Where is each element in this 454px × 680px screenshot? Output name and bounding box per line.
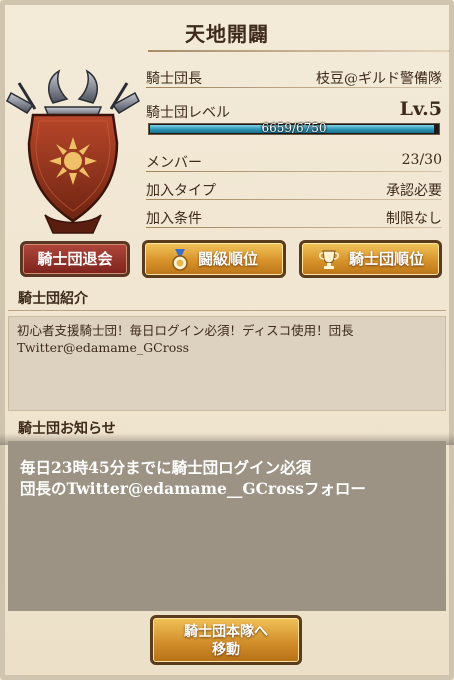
leader-value[interactable]: 枝豆@ギルド警備隊 (316, 68, 442, 88)
intro-heading: 騎士団紹介 (18, 291, 88, 307)
level-value: Lv.5 (399, 98, 442, 120)
battle-rank-label: 闘級順位 (197, 250, 258, 268)
leader-row: 騎士団長 枝豆@ギルド警備隊 (146, 64, 442, 88)
join-condition-label: 加入条件 (146, 211, 202, 227)
guild-name: 天地開闢 (185, 22, 269, 46)
notice-text: 毎日23時45分までに騎士団ログイン必須 団長のTwitter@edamame_… (8, 441, 446, 611)
row-divider (146, 171, 442, 172)
move-to-main-guild-button[interactable]: 騎士団本隊へ 移動 (150, 615, 302, 665)
level-label: 騎士団レベル (146, 105, 230, 121)
guild-emblem-icon (6, 69, 140, 234)
guild-rank-label: 騎士団順位 (348, 250, 424, 268)
row-divider (146, 227, 442, 228)
join-type-label: 加入タイプ (146, 183, 216, 199)
trophy-icon (318, 250, 339, 269)
join-condition-row: 加入条件 制限なし (146, 204, 442, 228)
guild-rank-button[interactable]: 騎士団順位 (299, 240, 442, 278)
row-divider (146, 199, 442, 200)
xp-text: 6659/6750 (261, 121, 327, 135)
battle-rank-button[interactable]: 闘級順位 (142, 240, 286, 278)
members-value: 23/30 (401, 152, 442, 168)
intro-text: 初心者支援騎士団！毎日ログイン必須！ディスコ使用！団長Twitter@edama… (8, 316, 446, 411)
leave-guild-button[interactable]: 騎士団退会 (20, 241, 130, 277)
join-type-value: 承認必要 (386, 183, 442, 199)
medal-icon (172, 249, 188, 271)
join-condition-value: 制限なし (386, 211, 442, 227)
members-row: メンバー 23/30 (146, 148, 442, 172)
guild-xp-bar: 6659/6750 (148, 121, 440, 135)
leader-label: 騎士団長 (146, 71, 202, 87)
title-divider (148, 50, 450, 52)
row-divider (146, 87, 442, 88)
level-row: 騎士団レベル Lv.5 (146, 98, 442, 122)
members-label: メンバー (146, 155, 202, 171)
intro-divider (8, 310, 446, 311)
join-type-row: 加入タイプ 承認必要 (146, 176, 442, 200)
